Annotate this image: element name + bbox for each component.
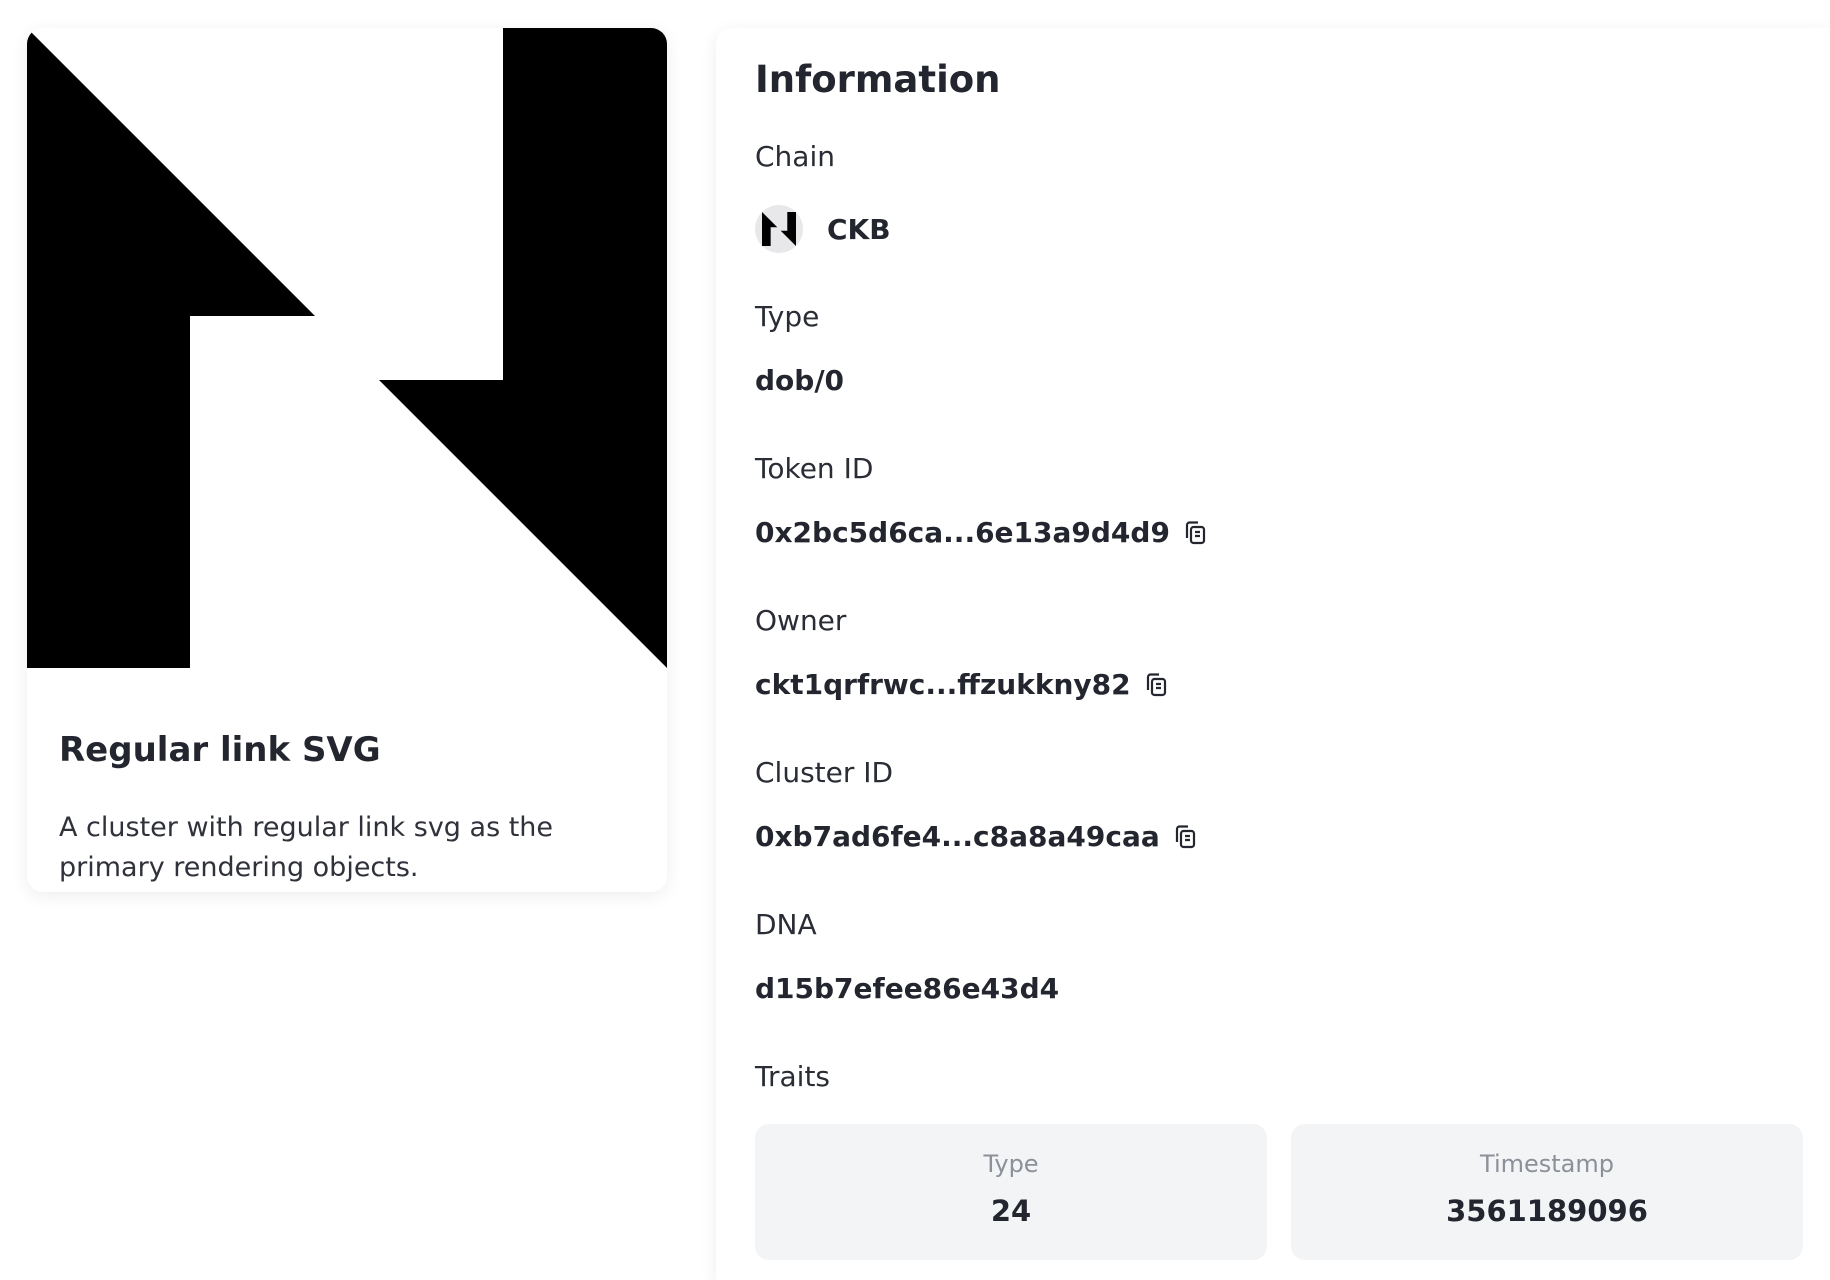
trait-name: Timestamp [1480, 1150, 1614, 1178]
type-value: dob/0 [755, 364, 844, 397]
cluster-id-label: Cluster ID [755, 756, 894, 789]
owner-label: Owner [755, 604, 847, 637]
cluster-id-value: 0xb7ad6fe4...c8a8a49caa [755, 820, 1198, 853]
owner-text: ckt1qrfrwc...ffzukkny82 [755, 668, 1131, 701]
ckb-logo-art-icon [27, 28, 667, 668]
copy-owner-icon[interactable] [1143, 672, 1169, 698]
traits-list: Type 24 Timestamp 3561189096 [755, 1124, 1803, 1260]
nft-title: Regular link SVG [59, 730, 381, 770]
token-id-value: 0x2bc5d6ca...6e13a9d4d9 [755, 516, 1208, 549]
token-id-label: Token ID [755, 452, 874, 485]
copy-cluster-id-icon[interactable] [1172, 824, 1198, 850]
ckb-logo-icon [755, 205, 803, 253]
information-panel: Information Chain CKB Type dob/0 Token I… [716, 28, 1830, 1280]
trait-name: Type [983, 1150, 1039, 1178]
page: Regular link SVG A cluster with regular … [0, 0, 1830, 1280]
copy-token-id-icon[interactable] [1182, 520, 1208, 546]
nft-description: A cluster with regular link svg as the p… [59, 812, 554, 883]
cluster-id-text: 0xb7ad6fe4...c8a8a49caa [755, 820, 1160, 853]
type-label: Type [755, 300, 820, 333]
trait-value: 3561189096 [1446, 1194, 1648, 1228]
chain-value: CKB [755, 205, 891, 253]
dna-label: DNA [755, 908, 817, 941]
dna-text: d15b7efee86e43d4 [755, 972, 1060, 1005]
chain-name: CKB [827, 212, 891, 246]
nft-artwork [27, 28, 667, 668]
token-id-text: 0x2bc5d6ca...6e13a9d4d9 [755, 516, 1170, 549]
nft-card: Regular link SVG A cluster with regular … [27, 28, 667, 892]
trait-card: Timestamp 3561189096 [1291, 1124, 1803, 1260]
information-heading: Information [755, 58, 1001, 101]
trait-value: 24 [990, 1194, 1032, 1228]
trait-card: Type 24 [755, 1124, 1267, 1260]
chain-label: Chain [755, 140, 835, 173]
traits-label: Traits [755, 1060, 831, 1093]
owner-value: ckt1qrfrwc...ffzukkny82 [755, 668, 1169, 701]
dna-value: d15b7efee86e43d4 [755, 972, 1059, 1005]
type-value-text: dob/0 [755, 364, 845, 397]
